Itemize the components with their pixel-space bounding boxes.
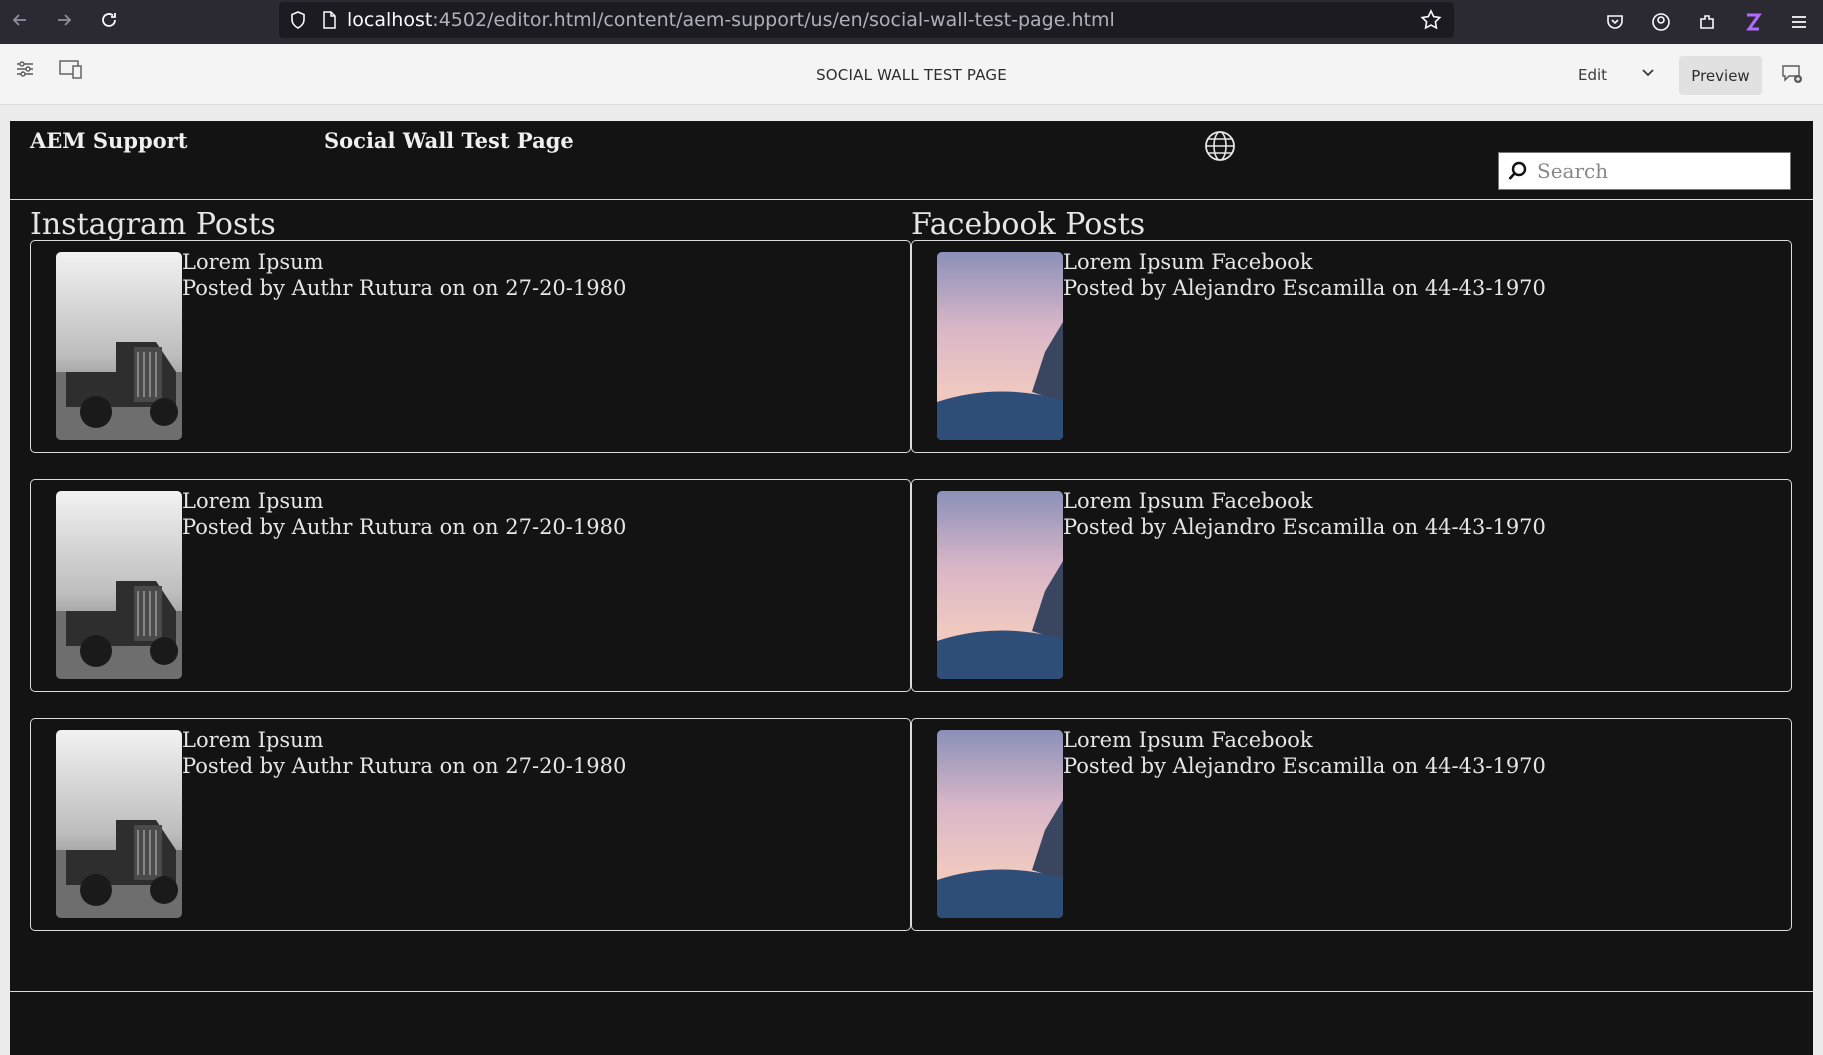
browser-toolbar: localhost:4502/editor.html/content/aem-s… (0, 0, 1823, 44)
instagram-post-card[interactable]: Lorem Ipsum Posted by Authr Rutura on on… (30, 240, 911, 453)
account-icon[interactable] (1643, 4, 1679, 40)
mode-select[interactable]: Edit (1578, 66, 1607, 84)
post-meta: Posted by Alejandro Escamilla on 44-43-1… (1063, 276, 1546, 300)
footer-divider (10, 991, 1813, 992)
url-text[interactable]: localhost:4502/editor.html/content/aem-s… (347, 9, 1115, 31)
annotations-icon[interactable] (1780, 62, 1804, 91)
globe-icon[interactable] (1203, 129, 1237, 163)
extension-z-icon[interactable] (1735, 4, 1771, 40)
truck-photo[interactable] (56, 730, 182, 918)
post-title: Lorem Ipsum Facebook (1063, 728, 1313, 752)
facebook-post-card[interactable]: Lorem Ipsum Facebook Posted by Alejandro… (911, 240, 1792, 453)
pocket-icon[interactable] (1597, 4, 1633, 40)
site-brand[interactable]: AEM Support (30, 128, 187, 153)
truck-photo[interactable] (56, 252, 182, 440)
facebook-post-card[interactable]: Lorem Ipsum Facebook Posted by Alejandro… (911, 718, 1792, 931)
mountain-photo[interactable] (937, 730, 1063, 918)
bookmark-star-icon[interactable] (1420, 9, 1442, 36)
editor-page-title: SOCIAL WALL TEST PAGE (816, 66, 1007, 84)
extensions-icon[interactable] (1689, 4, 1725, 40)
instagram-post-card[interactable]: Lorem Ipsum Posted by Authr Rutura on on… (30, 718, 911, 931)
site-header: AEM Support Social Wall Test Page (10, 121, 1813, 200)
page-canvas: AEM Support Social Wall Test Page Instag… (10, 121, 1813, 1055)
post-meta: Posted by Authr Rutura on on 27-20-1980 (182, 276, 627, 300)
url-bar[interactable]: localhost:4502/editor.html/content/aem-s… (279, 2, 1454, 38)
instagram-heading: Instagram Posts (30, 207, 276, 242)
back-icon[interactable] (0, 0, 40, 40)
search-icon (1507, 160, 1529, 182)
post-meta: Posted by Authr Rutura on on 27-20-1980 (182, 754, 627, 778)
chevron-down-icon[interactable] (1638, 62, 1658, 82)
post-title: Lorem Ipsum Facebook (1063, 250, 1313, 274)
truck-photo[interactable] (56, 491, 182, 679)
search-box[interactable] (1498, 152, 1791, 190)
facebook-post-card[interactable]: Lorem Ipsum Facebook Posted by Alejandro… (911, 479, 1792, 692)
post-title: Lorem Ipsum (182, 250, 324, 274)
page-icon (321, 10, 337, 30)
instagram-post-card[interactable]: Lorem Ipsum Posted by Authr Rutura on on… (30, 479, 911, 692)
post-meta: Posted by Authr Rutura on on 27-20-1980 (182, 515, 627, 539)
post-title: Lorem Ipsum Facebook (1063, 489, 1313, 513)
facebook-heading: Facebook Posts (911, 207, 1146, 242)
mountain-photo[interactable] (937, 491, 1063, 679)
post-meta: Posted by Alejandro Escamilla on 44-43-1… (1063, 754, 1546, 778)
editor-toolbar: SOCIAL WALL TEST PAGE Edit Preview (0, 44, 1823, 105)
search-input[interactable] (1537, 159, 1787, 183)
reload-icon[interactable] (89, 0, 129, 40)
mountain-photo[interactable] (937, 252, 1063, 440)
post-meta: Posted by Alejandro Escamilla on 44-43-1… (1063, 515, 1546, 539)
nav-link-social-wall[interactable]: Social Wall Test Page (324, 128, 574, 153)
forward-icon[interactable] (44, 0, 84, 40)
menu-icon[interactable] (1781, 4, 1817, 40)
post-title: Lorem Ipsum (182, 728, 324, 752)
shield-icon[interactable] (289, 10, 307, 30)
preview-button[interactable]: Preview (1679, 56, 1762, 95)
post-title: Lorem Ipsum (182, 489, 324, 513)
